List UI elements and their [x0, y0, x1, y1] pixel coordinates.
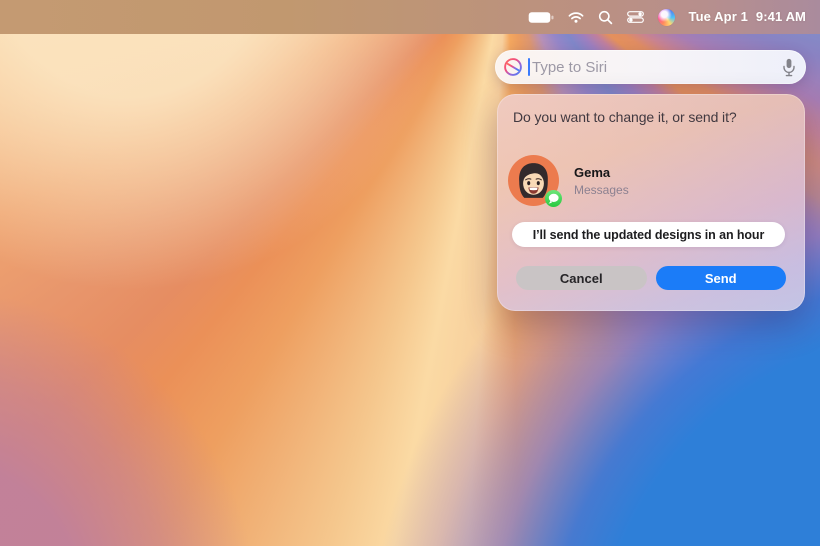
menu-bar-date[interactable]: Tue Apr 1: [689, 0, 748, 34]
message-preview-text: I’ll send the updated designs in an hour: [533, 228, 764, 242]
menu-bar-clock[interactable]: 9:41 AM: [756, 0, 806, 34]
apple-intelligence-siri-icon: [503, 57, 523, 77]
siri-question-text: Do you want to change it, or send it?: [513, 109, 793, 125]
send-button[interactable]: Send: [656, 266, 787, 290]
messages-app-badge-icon: [545, 190, 562, 207]
contact-app-label: Messages: [574, 183, 629, 197]
desktop: Tue Apr 1 9:41 AM: [0, 0, 820, 546]
spotlight-search-icon[interactable]: [598, 0, 613, 34]
contact-row: Gema Messages: [508, 155, 629, 206]
cancel-button[interactable]: Cancel: [516, 266, 647, 290]
menu-bar: Tue Apr 1 9:41 AM: [0, 0, 820, 34]
siri-response-panel: Do you want to change it, or send it?: [497, 94, 805, 311]
siri-text-input[interactable]: [532, 59, 776, 76]
battery-icon[interactable]: [528, 0, 554, 34]
control-center-icon[interactable]: [627, 0, 644, 34]
message-preview-field[interactable]: I’ll send the updated designs in an hour: [512, 222, 785, 247]
text-cursor: [528, 58, 530, 76]
wifi-icon[interactable]: [568, 0, 584, 34]
contact-name: Gema: [574, 165, 629, 180]
avatar: [508, 155, 559, 206]
siri-input-bar[interactable]: [495, 50, 806, 84]
siri-icon[interactable]: [658, 0, 675, 34]
microphone-icon[interactable]: [782, 58, 796, 77]
button-row: Cancel Send: [516, 266, 786, 290]
